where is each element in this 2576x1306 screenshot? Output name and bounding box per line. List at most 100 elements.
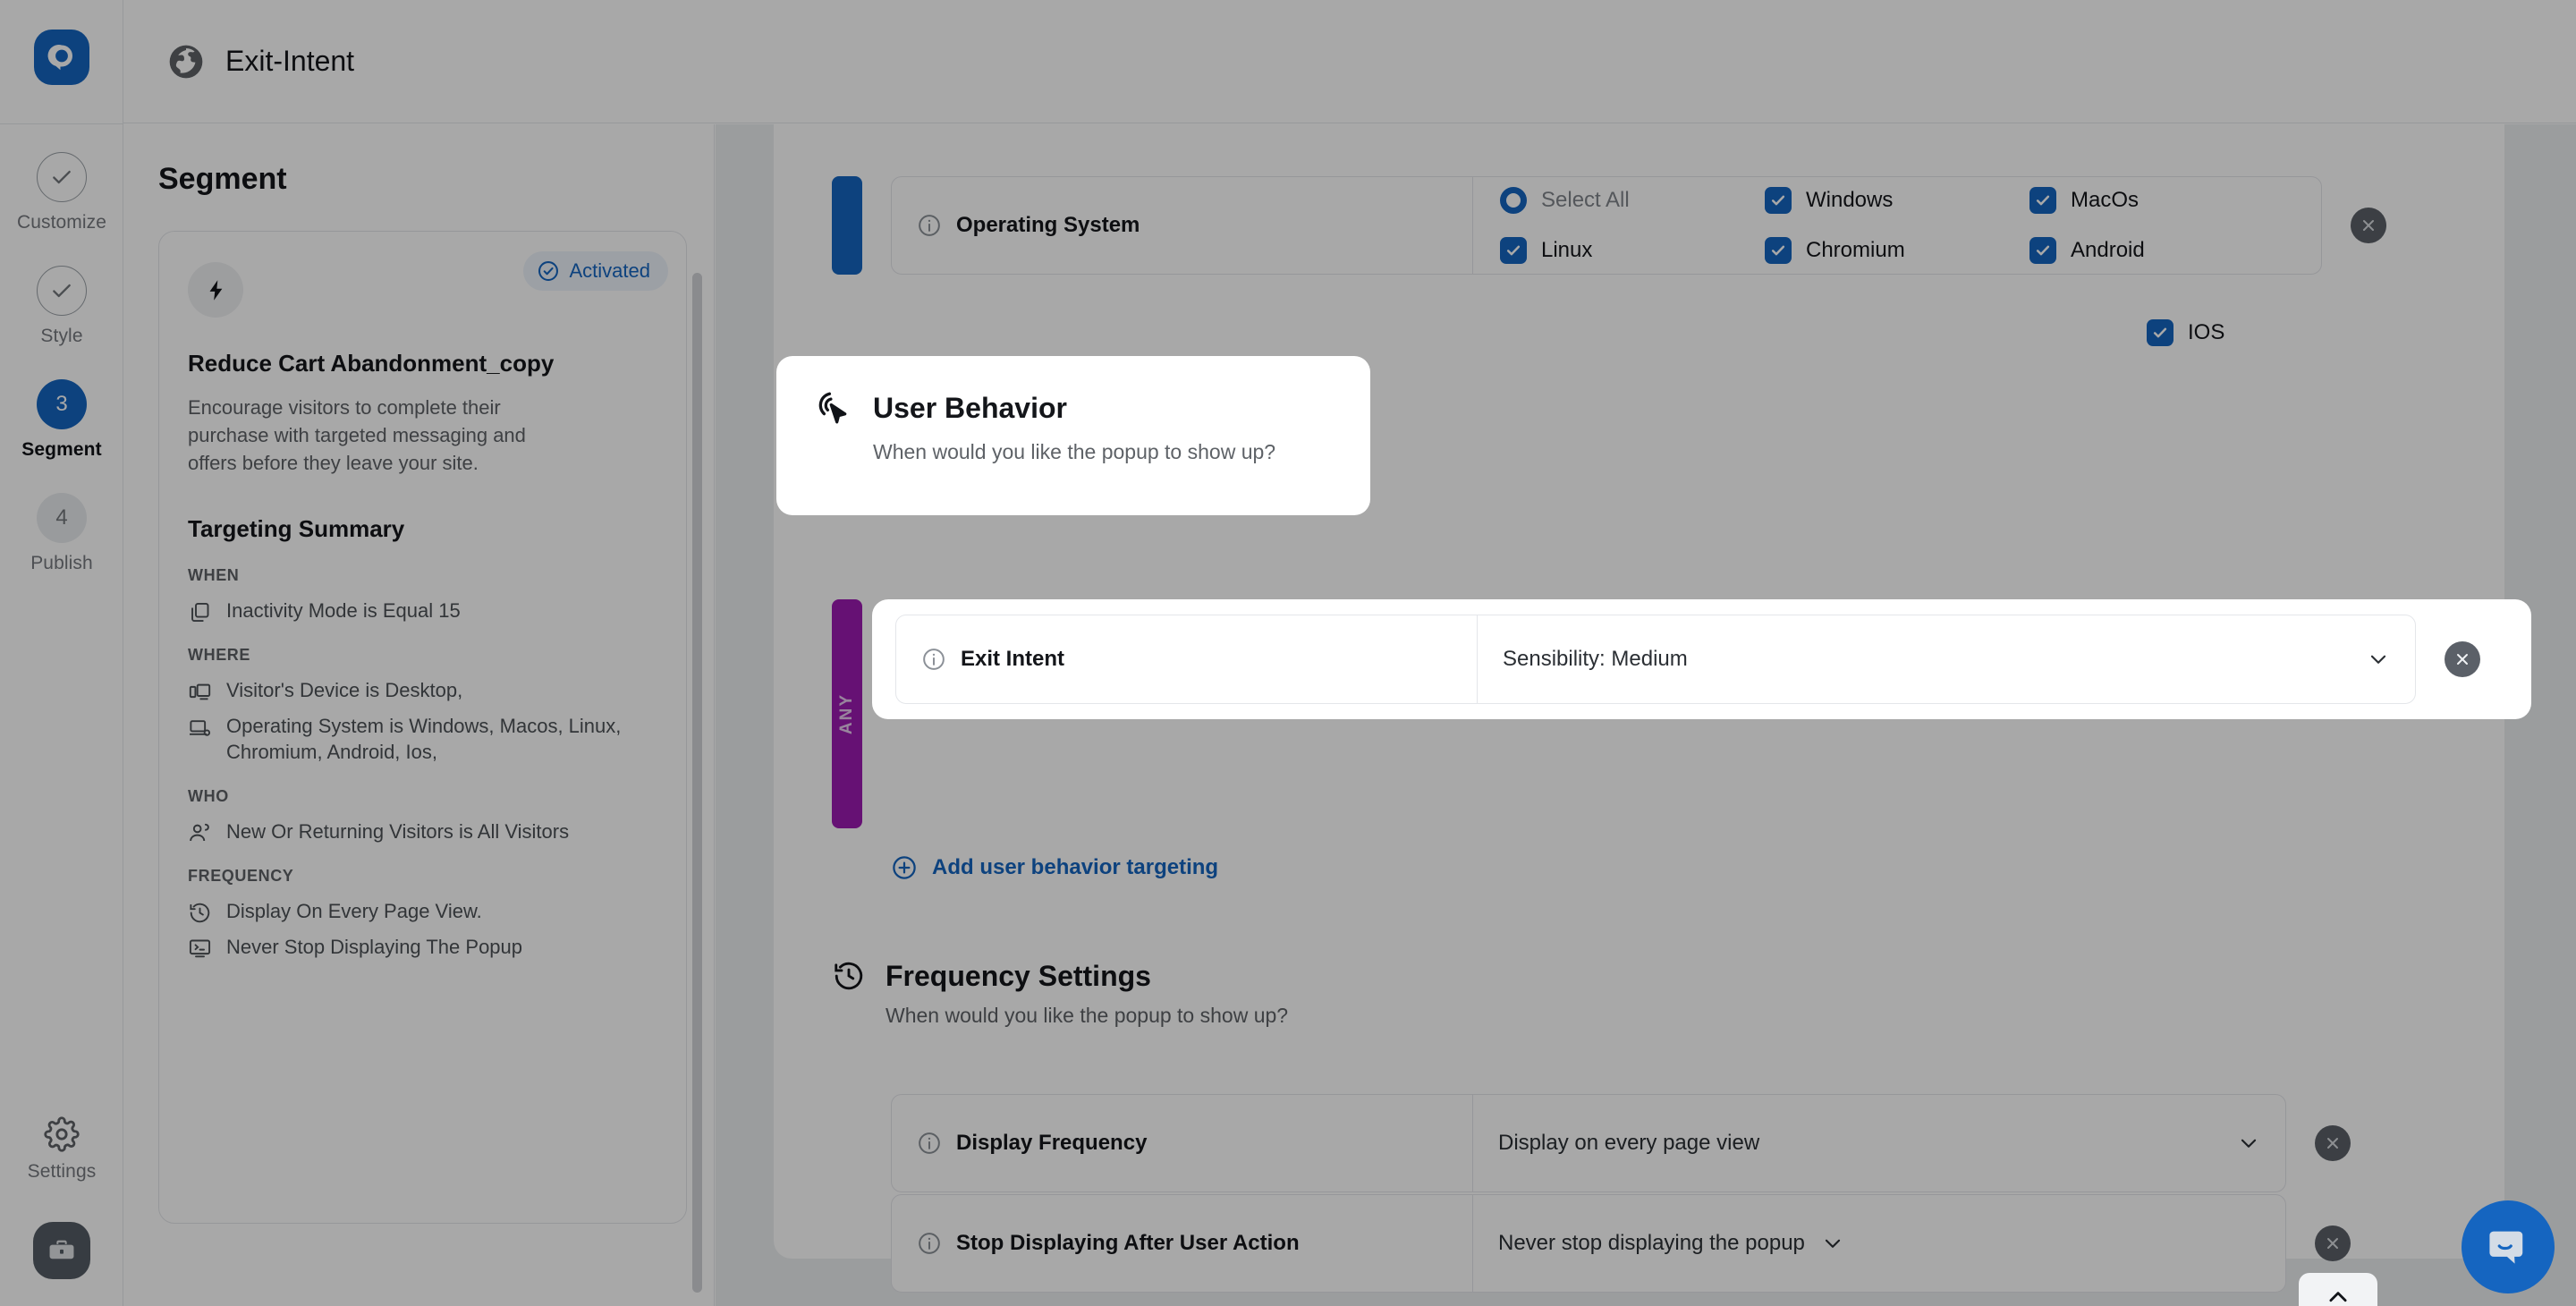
remove-rule-button[interactable] — [2445, 641, 2480, 677]
rail-divider — [0, 123, 123, 124]
summary-item-text: Inactivity Mode is Equal 15 — [226, 598, 461, 622]
display-frequency-select[interactable]: Display on every page view — [1473, 1095, 2285, 1192]
campaign-name: Reduce Cart Abandonment_copy — [188, 350, 555, 377]
os-option-label: Windows — [1806, 188, 1894, 212]
frequency-settings-heading: Frequency Settings When would you like t… — [832, 959, 1288, 1028]
os-option-label: Chromium — [1806, 238, 1905, 262]
add-behavior-label: Add user behavior targeting — [932, 855, 1219, 879]
step-label: Style — [40, 326, 83, 346]
stop-display-select[interactable]: Never stop displaying the popup — [1473, 1195, 2285, 1292]
checkbox-icon — [2029, 237, 2056, 264]
settings-label: Settings — [27, 1161, 97, 1182]
remove-rule-button[interactable] — [2315, 1125, 2351, 1161]
rule-name-label: Stop Displaying After User Action — [956, 1231, 1300, 1255]
close-icon — [2327, 1138, 2338, 1149]
panel-scrollbar[interactable] — [692, 273, 702, 1293]
sidebar-step-segment[interactable]: 3 Segment — [0, 379, 123, 461]
summary-item: Display On Every Page View. — [188, 898, 657, 925]
panel-title: Segment — [158, 162, 287, 196]
os-option-ios[interactable]: IOS — [2147, 319, 2224, 346]
select-value: Never stop displaying the popup — [1498, 1231, 1805, 1255]
support-chat-button[interactable] — [2462, 1200, 2555, 1293]
scroll-to-top-button[interactable] — [2299, 1273, 2377, 1306]
app-root: Customize Style 3 Segment 4 Publish Sett… — [0, 0, 2576, 1306]
sidebar-step-publish[interactable]: 4 Publish — [0, 493, 123, 574]
info-icon[interactable] — [917, 1131, 942, 1156]
summary-section-label: WHERE — [188, 645, 250, 664]
rule-row-stop-displaying: Stop Displaying After User Action Never … — [891, 1194, 2411, 1293]
step-label: Publish — [30, 553, 93, 573]
rule-name: Exit Intent — [896, 615, 1478, 703]
checkbox-icon — [1765, 187, 1792, 214]
os-checkbox-grid: Select All Windows MacOs Linux Chromium … — [1473, 187, 2321, 264]
os-option-linux[interactable]: Linux — [1500, 237, 1765, 264]
rule-box: Display Frequency Display on every page … — [891, 1094, 2286, 1192]
step-label: Segment — [21, 439, 102, 460]
top-header: Exit-Intent — [123, 0, 2576, 123]
summary-item: Never Stop Displaying The Popup — [188, 934, 657, 961]
summary-item: Visitor's Device is Desktop, — [188, 677, 657, 704]
behavior-group-bar: ANY — [832, 599, 862, 828]
os-option-select-all[interactable]: Select All — [1500, 187, 1765, 214]
close-icon — [2363, 220, 2374, 231]
checkbox-icon — [2029, 187, 2056, 214]
summary-item-text: New Or Returning Visitors is All Visitor… — [226, 819, 570, 843]
rule-box: Stop Displaying After User Action Never … — [891, 1194, 2286, 1293]
lightning-bolt-icon — [188, 262, 243, 318]
sidebar-item-settings[interactable]: Settings — [28, 1116, 97, 1183]
sidebar-step-customize[interactable]: Customize — [0, 152, 123, 233]
os-option-windows[interactable]: Windows — [1765, 187, 2029, 214]
close-icon — [2457, 654, 2468, 665]
checkbox-icon — [1500, 237, 1527, 264]
checkbox-icon — [1765, 237, 1792, 264]
user-behavior-tooltip-modal: User Behavior When would you like the po… — [776, 356, 1370, 515]
plus-circle-icon — [893, 856, 916, 879]
users-icon — [190, 823, 209, 841]
rule-name: Display Frequency — [892, 1095, 1473, 1192]
exit-intent-rule-highlight: Exit Intent Sensibility: Medium — [872, 599, 2531, 719]
info-icon[interactable] — [921, 647, 946, 672]
close-icon — [2327, 1238, 2338, 1249]
gear-icon — [44, 1116, 80, 1152]
group-operator-label: ANY — [837, 692, 856, 735]
info-icon[interactable] — [917, 1231, 942, 1256]
workspace-button[interactable] — [33, 1222, 90, 1279]
os-option-android[interactable]: Android — [2029, 237, 2294, 264]
select-value: Display on every page view — [1498, 1131, 1760, 1155]
history-icon — [835, 962, 863, 990]
remove-rule-button[interactable] — [2315, 1225, 2351, 1261]
rule-box: Operating System Select All Windows MacO… — [891, 176, 2322, 275]
os-option-chromium[interactable]: Chromium — [1765, 237, 2029, 264]
monitor-terminal-icon — [189, 939, 211, 957]
rule-box: Exit Intent Sensibility: Medium — [895, 615, 2416, 704]
step-check-icon — [37, 152, 87, 202]
chevron-down-icon — [1825, 1239, 1841, 1248]
rule-name-label: Exit Intent — [961, 647, 1065, 671]
os-options-cell: Select All Windows MacOs Linux Chromium … — [1473, 177, 2321, 274]
exit-intent-sensibility-select[interactable]: Sensibility: Medium — [1478, 615, 2415, 703]
sidebar-step-style[interactable]: Style — [0, 266, 123, 347]
remove-rule-button[interactable] — [2351, 208, 2386, 243]
page-title: Exit-Intent — [225, 45, 355, 77]
add-user-behavior-targeting-link[interactable]: Add user behavior targeting — [891, 854, 1218, 881]
chevron-up-icon — [2329, 1292, 2347, 1302]
section-subtitle: When would you like the popup to show up… — [886, 1004, 1289, 1027]
summary-section-label: WHEN — [188, 565, 240, 584]
app-logo-icon[interactable] — [34, 30, 89, 85]
laptop-settings-icon — [190, 719, 211, 736]
briefcase-icon — [49, 1240, 74, 1259]
step-number: 4 — [37, 493, 87, 543]
status-badge-label: Activated — [569, 259, 651, 282]
devices-icon — [189, 683, 211, 700]
status-badge[interactable]: Activated — [522, 251, 668, 291]
os-option-macos[interactable]: MacOs — [2029, 187, 2294, 214]
cursor-click-icon — [818, 392, 847, 424]
chat-bubble-icon — [2489, 1231, 2523, 1264]
audience-group-bar — [832, 176, 862, 275]
os-option-label: IOS — [2188, 320, 2225, 344]
summary-section-label: WHO — [188, 786, 229, 805]
rule-name-label: Display Frequency — [956, 1131, 1148, 1155]
info-icon[interactable] — [917, 213, 942, 238]
step-number: 3 — [37, 379, 87, 429]
history-icon — [190, 903, 210, 922]
